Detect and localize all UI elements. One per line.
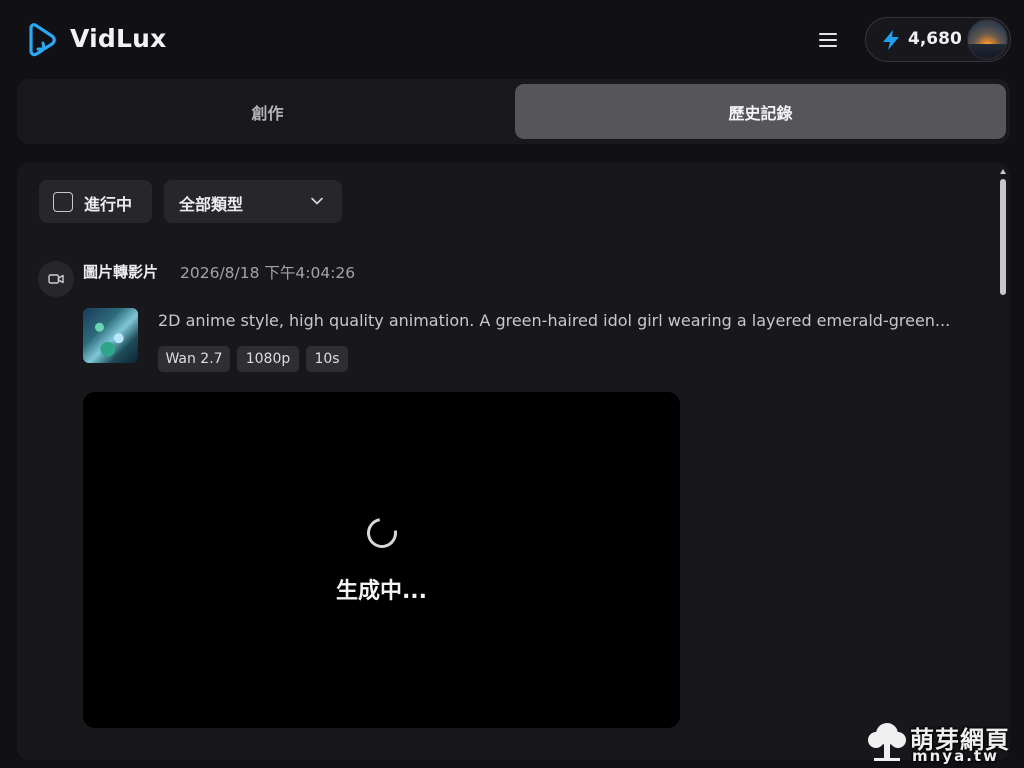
- chevron-down-icon: [311, 197, 323, 205]
- type-select-value: 全部類型: [179, 195, 244, 214]
- user-avatar[interactable]: [967, 19, 1008, 60]
- scroll-up-arrow-icon[interactable]: [1000, 169, 1006, 174]
- tree-logo-icon: [868, 723, 906, 761]
- credits-badge[interactable]: 4,680: [865, 17, 1011, 62]
- source-image-thumbnail[interactable]: [83, 308, 138, 363]
- watermark-url: mnya.tw: [912, 747, 999, 765]
- in-progress-filter[interactable]: 進行中: [39, 180, 152, 223]
- scrollbar[interactable]: [1000, 169, 1006, 754]
- brand-name: VidLux: [70, 24, 167, 53]
- tab-history[interactable]: 歷史記錄: [515, 84, 1006, 139]
- video-preview: 生成中...: [83, 392, 680, 728]
- scrollbar-thumb[interactable]: [1000, 179, 1006, 295]
- generating-status: 生成中...: [335, 579, 428, 604]
- tab-create[interactable]: 創作: [22, 84, 513, 139]
- record-prompt[interactable]: 2D anime style, high quality animation. …: [158, 311, 978, 330]
- in-progress-checkbox[interactable]: [53, 192, 73, 212]
- vidlux-logo-icon[interactable]: [24, 22, 58, 58]
- credits-value: 4,680: [908, 29, 962, 49]
- resolution-tag: 1080p: [237, 346, 299, 372]
- in-progress-label: 進行中: [84, 195, 133, 214]
- record-type: 圖片轉影片: [83, 263, 159, 281]
- record-timestamp: 2026/8/18 下午4:04:26: [180, 264, 356, 282]
- history-panel: 進行中 全部類型 圖片轉影片 2026/8/18 下午4:04:26 2D an…: [17, 163, 1010, 760]
- app-header: VidLux 4,680: [0, 0, 1024, 78]
- watermark: 萌芽網頁 mnya.tw: [866, 720, 1018, 765]
- duration-tag: 10s: [306, 346, 348, 372]
- hamburger-menu-icon[interactable]: [814, 26, 842, 54]
- loading-spinner-icon: [361, 512, 403, 554]
- lightning-bolt-icon: [883, 30, 899, 50]
- video-camera-icon: [38, 261, 74, 297]
- type-filter-select[interactable]: 全部類型: [164, 180, 342, 223]
- main-tabs: 創作 歷史記錄: [17, 79, 1010, 144]
- model-tag: Wan 2.7: [158, 346, 230, 372]
